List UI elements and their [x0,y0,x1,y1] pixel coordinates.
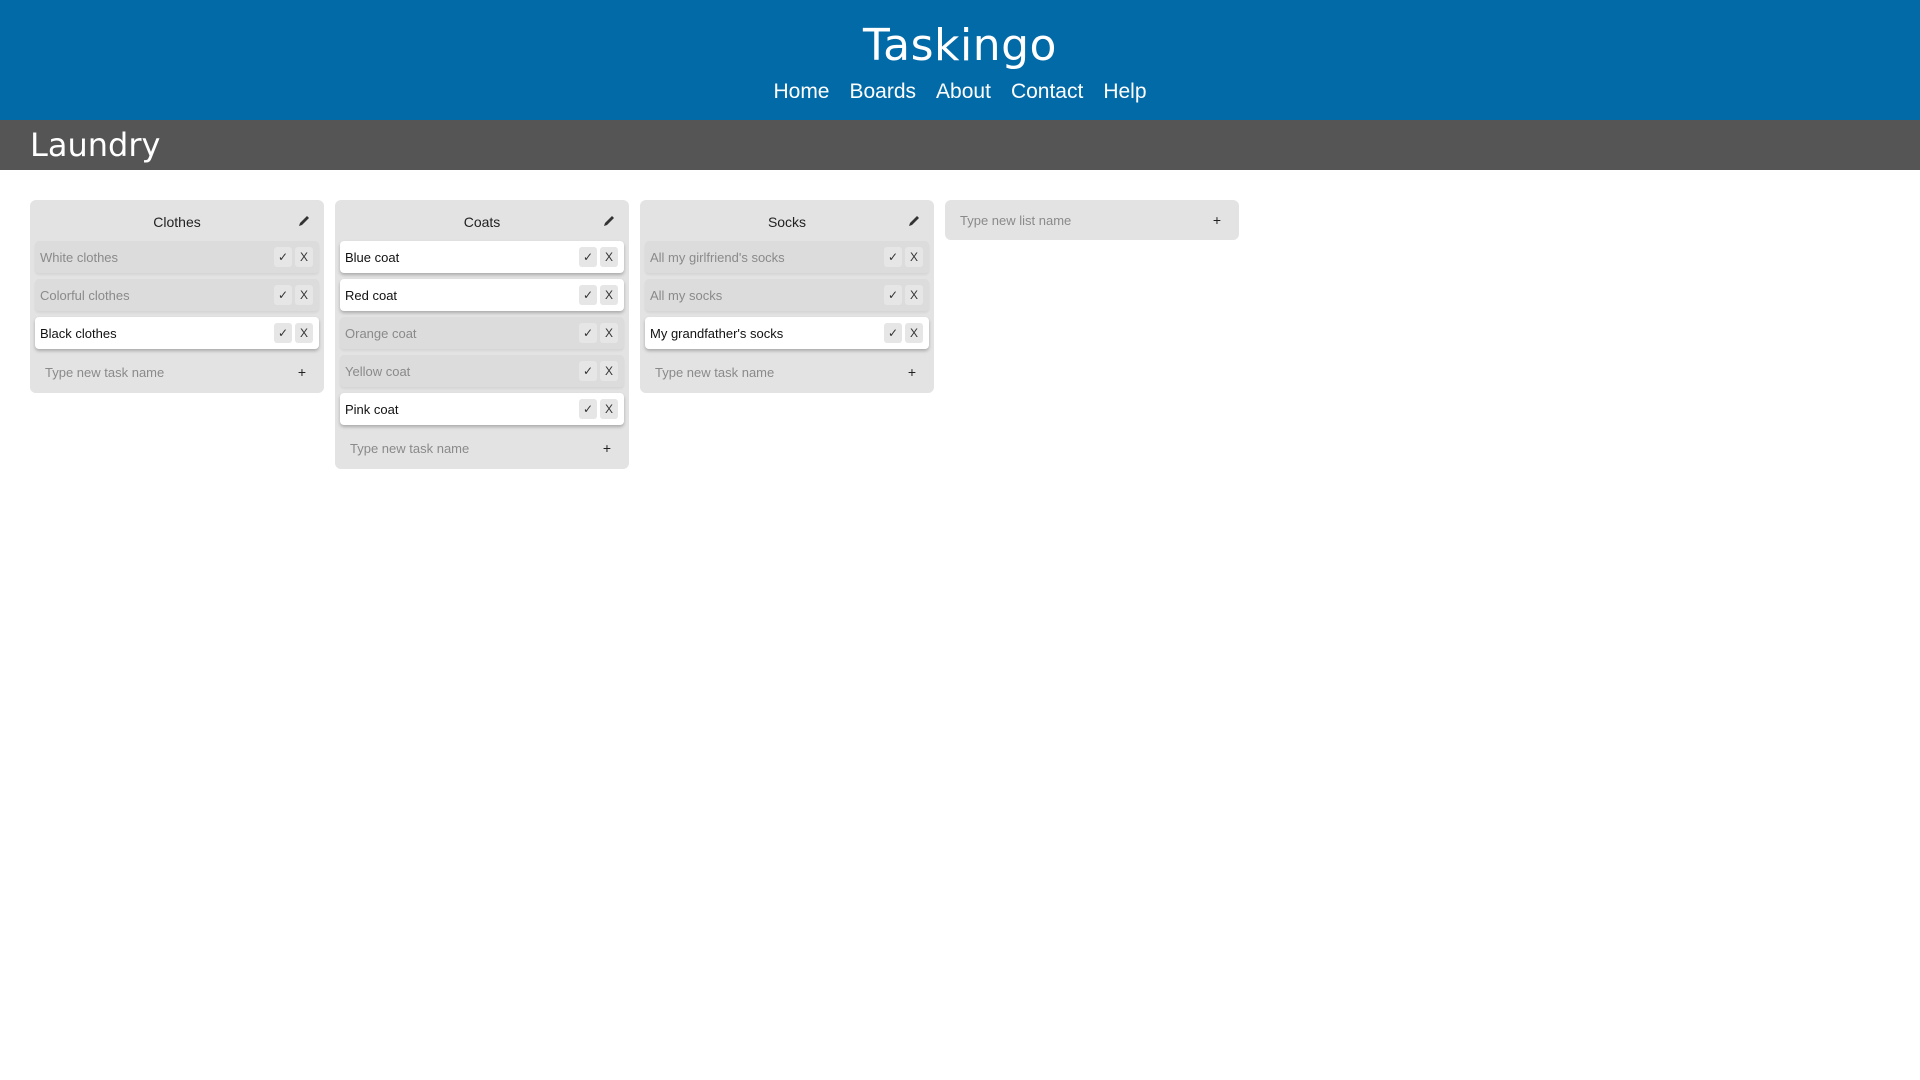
task-label: All my girlfriend's socks [650,249,785,265]
check-button[interactable]: ✓ [579,361,597,381]
new-task-input[interactable] [45,364,295,380]
new-task-row: + [35,355,319,389]
check-button[interactable]: ✓ [884,247,902,267]
new-task-row: + [645,355,929,389]
nav-boards[interactable]: Boards [850,78,917,106]
list-header: Clothes [35,205,319,239]
new-task-input[interactable] [655,364,905,380]
add-task-button[interactable]: + [295,364,309,380]
delete-button[interactable]: X [295,285,313,305]
task-label: Yellow coat [345,363,411,379]
add-task-button[interactable]: + [600,440,614,456]
delete-button[interactable]: X [905,323,923,343]
delete-button[interactable]: X [600,399,618,419]
task-item[interactable]: Black clothes ✓ X [35,317,319,349]
check-button[interactable]: ✓ [579,247,597,267]
new-task-row: + [340,431,624,465]
task-item[interactable]: Blue coat ✓ X [340,241,624,273]
delete-button[interactable]: X [295,323,313,343]
task-label: Colorful clothes [40,287,130,303]
nav-help[interactable]: Help [1103,78,1146,106]
main-nav: Home Boards About Contact Help [0,78,1920,106]
task-item[interactable]: Pink coat ✓ X [340,393,624,425]
list-socks: Socks All my girlfriend's socks ✓ X All … [640,200,934,393]
nav-home[interactable]: Home [773,78,829,106]
task-item[interactable]: All my socks ✓ X [645,279,929,311]
pencil-icon[interactable] [602,214,616,228]
delete-button[interactable]: X [600,361,618,381]
app-header: Taskingo Home Boards About Contact Help [0,0,1920,120]
lists-container: Clothes White clothes ✓ X Colorful cloth… [0,170,1920,469]
nav-about[interactable]: About [936,78,991,106]
delete-button[interactable]: X [905,247,923,267]
check-button[interactable]: ✓ [274,247,292,267]
app-title: Taskingo [863,20,1057,71]
check-button[interactable]: ✓ [884,285,902,305]
board-bar: Laundry [0,120,1920,170]
delete-button[interactable]: X [600,285,618,305]
check-button[interactable]: ✓ [579,285,597,305]
list-header: Coats [340,205,624,239]
task-item[interactable]: Orange coat ✓ X [340,317,624,349]
delete-button[interactable]: X [600,323,618,343]
task-label: Red coat [345,287,398,303]
list-clothes: Clothes White clothes ✓ X Colorful cloth… [30,200,324,393]
task-label: White clothes [40,249,119,265]
task-item[interactable]: Yellow coat ✓ X [340,355,624,387]
list-header: Socks [645,205,929,239]
nav-contact[interactable]: Contact [1011,78,1083,106]
new-list-row: + [945,200,1239,240]
delete-button[interactable]: X [905,285,923,305]
task-item[interactable]: Red coat ✓ X [340,279,624,311]
task-label: Pink coat [345,401,399,417]
delete-button[interactable]: X [600,247,618,267]
add-task-button[interactable]: + [905,364,919,380]
list-title[interactable]: Socks [768,214,806,230]
task-item[interactable]: My grandfather's socks ✓ X [645,317,929,349]
pencil-icon[interactable] [907,214,921,228]
task-item[interactable]: All my girlfriend's socks ✓ X [645,241,929,273]
list-coats: Coats Blue coat ✓ X Red coat ✓ X Orange … [335,200,629,469]
list-title[interactable]: Clothes [153,214,200,230]
task-label: Orange coat [345,325,417,341]
pencil-icon[interactable] [297,214,311,228]
new-task-input[interactable] [350,440,600,456]
check-button[interactable]: ✓ [579,323,597,343]
board-title: Laundry [30,126,161,164]
task-item[interactable]: White clothes ✓ X [35,241,319,273]
task-label: My grandfather's socks [650,325,784,341]
task-item[interactable]: Colorful clothes ✓ X [35,279,319,311]
delete-button[interactable]: X [295,247,313,267]
check-button[interactable]: ✓ [579,399,597,419]
new-list-input[interactable] [960,212,1210,228]
add-list-button[interactable]: + [1210,212,1224,228]
task-label: Black clothes [40,325,117,341]
check-button[interactable]: ✓ [884,323,902,343]
task-label: Blue coat [345,249,400,265]
check-button[interactable]: ✓ [274,323,292,343]
check-button[interactable]: ✓ [274,285,292,305]
task-label: All my socks [650,287,723,303]
list-title[interactable]: Coats [464,214,501,230]
